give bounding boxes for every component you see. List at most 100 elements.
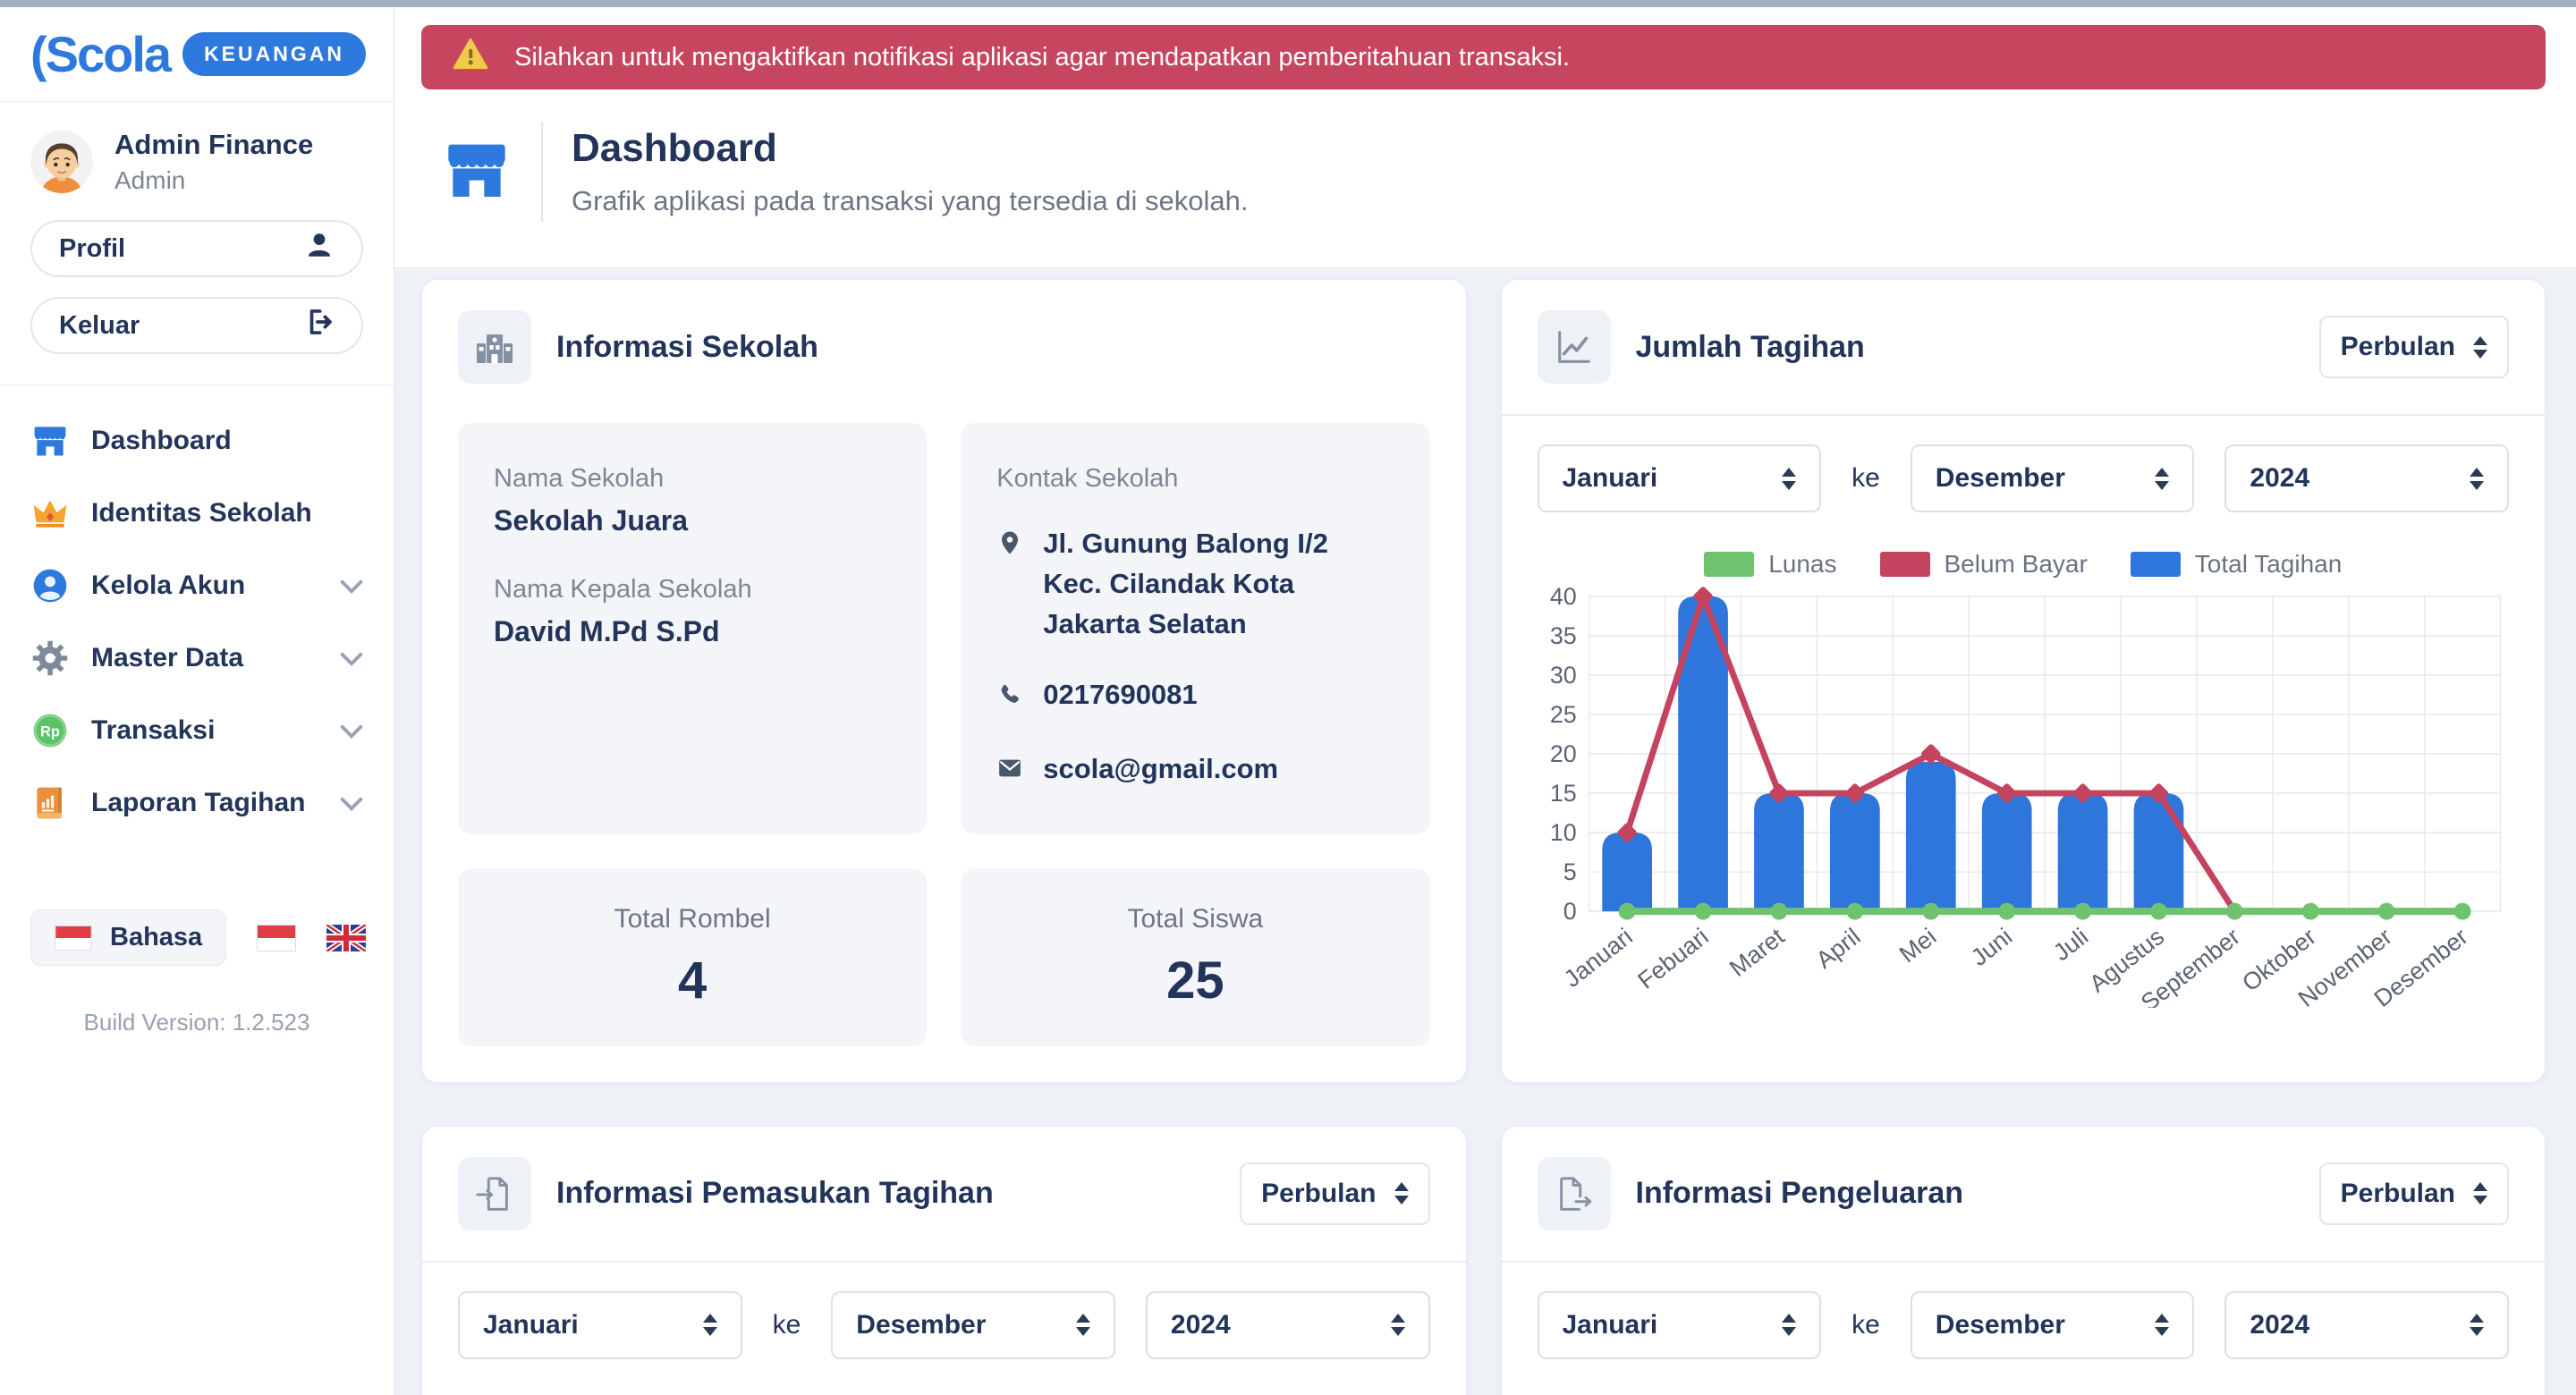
to-month-value: Desember (856, 1310, 986, 1340)
field-label: Kontak Sekolah (996, 464, 1394, 494)
storefront-icon (441, 134, 513, 210)
total-rombel-value: 4 (494, 951, 891, 1010)
title-divider (541, 122, 543, 222)
svg-text:35: 35 (1549, 622, 1576, 649)
total-rombel-label: Total Rombel (494, 904, 891, 934)
legend-item-belum-bayar: Belum Bayar (1880, 550, 2088, 579)
range-connector-label: ke (773, 1310, 801, 1340)
sidebar-menu: Dashboard Identitas Sekolah Kelola Akun … (0, 385, 394, 823)
logout-button[interactable]: Keluar (30, 297, 363, 354)
school-phone: 0217690081 (1043, 675, 1197, 719)
svg-text:Januari: Januari (1558, 923, 1637, 993)
sidebar-item-label: Kelola Akun (91, 571, 245, 601)
user-name: Admin Finance (114, 129, 313, 161)
period-select-value: Perbulan (1261, 1179, 1376, 1209)
total-siswa-panel: Total Siswa 25 (961, 868, 1429, 1046)
sidebar-item-label: Identitas Sekolah (91, 498, 312, 528)
top-edge-strip (0, 0, 2576, 7)
field-label: Nama Kepala Sekolah (494, 575, 891, 604)
chevron-down-icon (340, 571, 363, 601)
sort-arrows-icon (1782, 1314, 1796, 1336)
envelope-icon (996, 749, 1025, 793)
sort-arrows-icon (2155, 468, 2169, 490)
storefront-icon (30, 421, 70, 461)
income-chart-card: Informasi Pemasukan Tagihan Perbulan Jan… (421, 1126, 1467, 1395)
sidebar-item-identitas-sekolah[interactable]: Identitas Sekolah (30, 494, 363, 533)
chevron-down-icon (340, 643, 363, 673)
billing-year-select[interactable]: 2024 (2224, 444, 2509, 512)
billing-period-select[interactable]: Perbulan (2319, 316, 2509, 378)
field-label: Nama Sekolah (494, 464, 891, 494)
svg-text:Mei: Mei (1894, 923, 1941, 968)
build-version: Build Version: 1.2.523 (0, 1009, 394, 1036)
user-role: Admin (114, 166, 313, 195)
svg-text:40: 40 (1549, 583, 1576, 610)
profile-button-label: Profil (59, 234, 125, 264)
line-chart-icon (1538, 310, 1611, 384)
sidebar-item-transaksi[interactable]: Rp Transaksi (30, 711, 363, 750)
legend-swatch (2131, 552, 2181, 577)
expense-chart-card: Informasi Pengeluaran Perbulan Januari k… (1501, 1126, 2546, 1395)
legend-item-total-tagihan: Total Tagihan (2131, 550, 2343, 579)
from-month-value: Januari (1563, 1310, 1658, 1340)
sidebar-item-laporan-tagihan[interactable]: Laporan Tagihan (30, 783, 363, 823)
billing-to-month-select[interactable]: Desember (1911, 444, 2195, 512)
app-logo: (Scola KEUANGAN (0, 7, 394, 102)
logout-button-label: Keluar (59, 311, 140, 341)
billing-from-month-select[interactable]: Januari (1538, 444, 1822, 512)
avatar (30, 131, 93, 193)
expense-from-month-select[interactable]: Januari (1538, 1291, 1822, 1359)
income-period-select[interactable]: Perbulan (1240, 1162, 1429, 1225)
uk-flag-option[interactable] (326, 925, 366, 951)
legend-swatch (1880, 552, 1930, 577)
sort-arrows-icon (1391, 1314, 1405, 1336)
svg-text:10: 10 (1549, 819, 1576, 846)
school-info-card: Informasi Sekolah Nama Sekolah Sekolah J… (421, 279, 1467, 1083)
expense-to-month-select[interactable]: Desember (1911, 1291, 2195, 1359)
rupiah-icon: Rp (30, 711, 70, 750)
svg-text:30: 30 (1549, 662, 1576, 689)
range-connector-label: ke (1852, 1310, 1880, 1340)
billing-chart-card: Jumlah Tagihan Perbulan Januari ke Desem… (1501, 279, 2546, 1083)
svg-text:Juli: Juli (2048, 923, 2093, 966)
sort-arrows-icon (2473, 336, 2487, 359)
income-year-select[interactable]: 2024 (1146, 1291, 1430, 1359)
school-building-icon (458, 310, 531, 384)
from-month-value: Januari (1563, 463, 1658, 494)
legend-swatch (1704, 552, 1754, 577)
from-month-value: Januari (483, 1310, 579, 1340)
school-name-value: Sekolah Juara (494, 504, 891, 537)
billing-chart: 0510152025303540JanuariFebuariMaretApril… (1502, 582, 2546, 1039)
chevron-down-icon (340, 715, 363, 746)
income-from-month-select[interactable]: Januari (458, 1291, 742, 1359)
expense-period-select[interactable]: Perbulan (2319, 1162, 2509, 1225)
phone-icon (996, 675, 1025, 719)
sidebar-item-label: Laporan Tagihan (91, 788, 305, 818)
indonesia-flag-option[interactable] (257, 925, 296, 951)
svg-text:Juni: Juni (1966, 923, 2017, 971)
total-rombel-panel: Total Rombel 4 (458, 868, 927, 1046)
to-month-value: Desember (1936, 463, 2065, 494)
sidebar-item-dashboard[interactable]: Dashboard (30, 421, 363, 461)
legend-item-lunas: Lunas (1704, 550, 1836, 579)
svg-text:April: April (1810, 923, 1865, 974)
total-siswa-value: 25 (996, 951, 1394, 1010)
profile-button[interactable]: Profil (30, 220, 363, 277)
person-icon (304, 230, 335, 267)
year-value: 2024 (2250, 463, 2309, 494)
year-value: 2024 (1171, 1310, 1231, 1340)
sidebar-item-master-data[interactable]: Master Data (30, 638, 363, 678)
language-row: Bahasa (0, 856, 394, 966)
income-to-month-select[interactable]: Desember (831, 1291, 1115, 1359)
language-button[interactable]: Bahasa (30, 909, 226, 966)
expense-year-select[interactable]: 2024 (2224, 1291, 2509, 1359)
sidebar-item-label: Transaksi (91, 715, 215, 746)
legend-label: Belum Bayar (1945, 550, 2088, 579)
crown-icon (30, 494, 70, 533)
legend-label: Total Tagihan (2195, 550, 2343, 579)
sidebar-item-kelola-akun[interactable]: Kelola Akun (30, 566, 363, 605)
language-button-label: Bahasa (110, 923, 202, 952)
brand-text: (Scola (30, 25, 170, 83)
card-title: Informasi Pemasukan Tagihan (556, 1176, 994, 1211)
sort-arrows-icon (1782, 468, 1796, 490)
